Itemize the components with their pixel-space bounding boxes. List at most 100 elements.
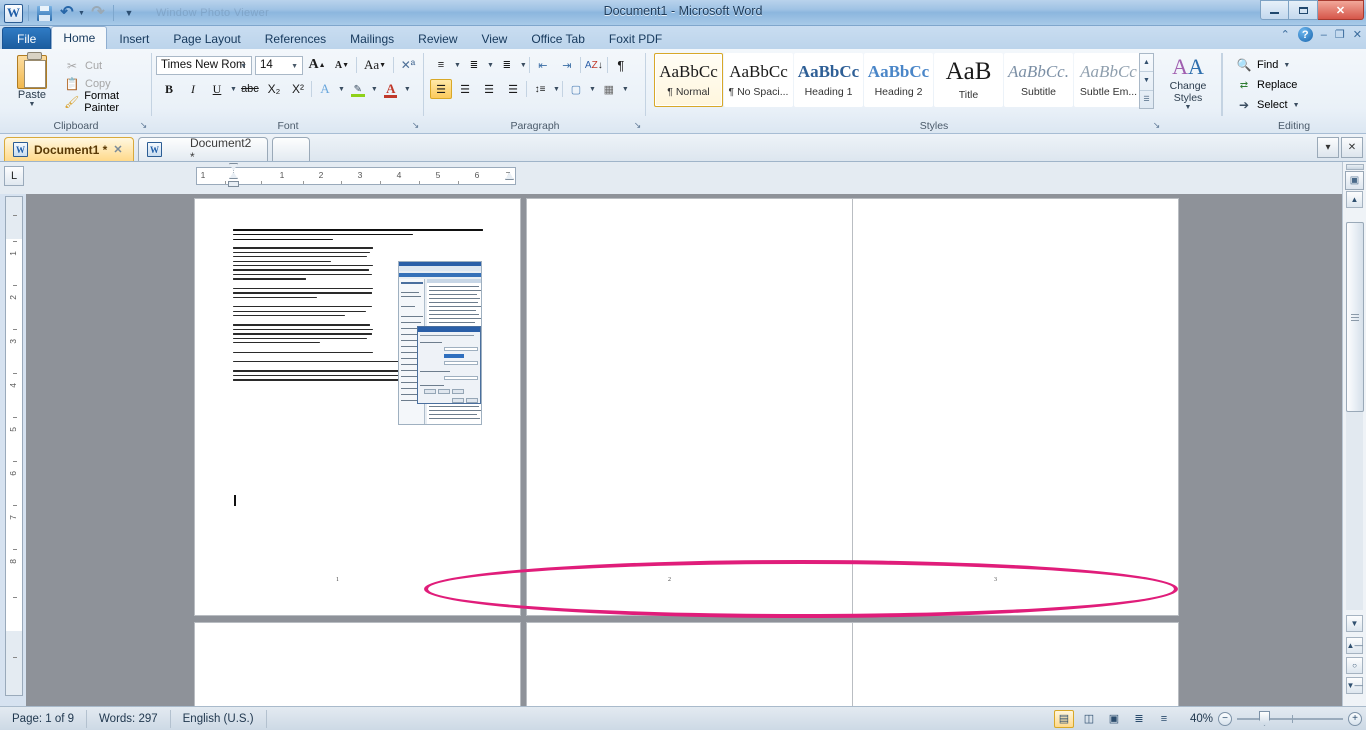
- text-effects-button[interactable]: A: [314, 79, 336, 99]
- align-center-button[interactable]: ☰: [454, 79, 476, 99]
- scroll-up-button[interactable]: ▲: [1346, 191, 1363, 208]
- format-painter-button[interactable]: 🖌 Format Painter: [62, 90, 152, 114]
- close-button[interactable]: ✕: [1318, 0, 1364, 20]
- draft-view-button[interactable]: ≡: [1154, 710, 1174, 728]
- chevron-down-icon[interactable]: ▼: [338, 86, 345, 93]
- close-icon[interactable]: ✕: [113, 143, 122, 156]
- restore-button[interactable]: [1289, 0, 1318, 20]
- style-heading-1[interactable]: AaBbCс Heading 1: [794, 53, 863, 107]
- find-button[interactable]: 🔍 Find ▼: [1234, 55, 1300, 75]
- clipboard-dialog-launcher[interactable]: ↘: [138, 120, 149, 131]
- horizontal-ruler[interactable]: 1 1 2 3 4 5 6 7: [196, 167, 516, 185]
- document-page-5[interactable]: [526, 622, 853, 706]
- scroll-down-button[interactable]: ▼: [1346, 615, 1363, 632]
- doc-minimize-icon[interactable]: –: [1321, 29, 1327, 41]
- paragraph-dialog-launcher[interactable]: ↘: [632, 120, 643, 131]
- gallery-scroll-down-icon[interactable]: ▼: [1140, 72, 1153, 91]
- gallery-scroll-up-icon[interactable]: ▲: [1140, 54, 1153, 73]
- select-button[interactable]: ➔ Select ▼: [1234, 95, 1300, 115]
- justify-button[interactable]: ☰: [502, 79, 524, 99]
- zoom-level[interactable]: 40%: [1179, 713, 1213, 725]
- cut-button[interactable]: ✂ Cut: [62, 57, 152, 75]
- shading-button[interactable]: ▢: [565, 79, 587, 99]
- print-layout-view-button[interactable]: ▤: [1054, 709, 1074, 728]
- document-page-2[interactable]: 2: [526, 198, 853, 616]
- chevron-down-icon[interactable]: ▼: [29, 101, 36, 108]
- style-heading-2[interactable]: AaBbCc Heading 2: [864, 53, 933, 107]
- help-icon[interactable]: ?: [1297, 27, 1313, 42]
- document-page-3[interactable]: 3: [852, 198, 1179, 616]
- tab-close-button[interactable]: ✕: [1341, 137, 1363, 158]
- doc-close-icon[interactable]: ✕: [1353, 28, 1362, 41]
- embedded-screenshot-image[interactable]: [398, 261, 482, 425]
- document-tab-document1[interactable]: W Document1 * ✕: [4, 137, 134, 161]
- increase-indent-button[interactable]: ⇥: [556, 55, 578, 75]
- new-document-tab[interactable]: [272, 137, 310, 161]
- tab-page-layout[interactable]: Page Layout: [161, 28, 252, 49]
- tab-references[interactable]: References: [253, 28, 338, 49]
- line-spacing-button[interactable]: ↕≡: [529, 79, 551, 99]
- style-subtle-emphasis[interactable]: AaBbCс Subtle Em...: [1074, 53, 1143, 107]
- gallery-more-icon[interactable]: ☰: [1140, 91, 1153, 108]
- paste-button[interactable]: Paste ▼: [6, 52, 58, 115]
- language-indicator[interactable]: English (U.S.): [171, 709, 267, 728]
- document-page-6[interactable]: [852, 622, 1179, 706]
- collapse-ribbon-icon[interactable]: ⌃: [1281, 28, 1290, 41]
- highlight-color-button[interactable]: ✎: [347, 79, 369, 99]
- chevron-down-icon[interactable]: ▼: [1293, 102, 1300, 109]
- previous-page-button[interactable]: ▲―: [1346, 637, 1363, 654]
- tab-stop-selector[interactable]: L: [4, 166, 24, 186]
- font-dialog-launcher[interactable]: ↘: [410, 120, 421, 131]
- bullets-button[interactable]: ≡: [430, 55, 452, 75]
- chevron-down-icon[interactable]: ▼: [1283, 62, 1290, 69]
- split-window-handle[interactable]: [1345, 164, 1364, 170]
- tab-home[interactable]: Home: [51, 26, 108, 49]
- chevron-down-icon[interactable]: ▼: [520, 62, 527, 69]
- document-page-4[interactable]: [194, 622, 521, 706]
- grow-font-button[interactable]: A ▲: [306, 55, 328, 75]
- document-tab-document2[interactable]: W Document2 *: [138, 136, 268, 164]
- multilevel-list-button[interactable]: ≣: [496, 55, 518, 75]
- tab-file[interactable]: File: [2, 27, 52, 49]
- font-color-button[interactable]: A: [380, 79, 402, 99]
- tab-office-tab[interactable]: Office Tab: [519, 28, 597, 49]
- zoom-slider[interactable]: [1237, 711, 1343, 726]
- sort-button[interactable]: A Z ↓: [583, 55, 605, 75]
- change-case-button[interactable]: Aa ▼: [360, 55, 390, 75]
- chevron-down-icon[interactable]: ▼: [371, 86, 378, 93]
- change-styles-button[interactable]: AA Change Styles ▼: [1160, 54, 1216, 116]
- tab-review[interactable]: Review: [406, 28, 469, 49]
- shrink-font-button[interactable]: A ▼: [331, 55, 353, 75]
- select-browse-object-button[interactable]: ○: [1346, 657, 1363, 674]
- doc-restore-icon[interactable]: ❐: [1335, 28, 1345, 41]
- chevron-down-icon[interactable]: ▼: [553, 86, 560, 93]
- web-layout-view-button[interactable]: ▣: [1104, 710, 1124, 728]
- zoom-in-button[interactable]: +: [1348, 711, 1362, 726]
- chevron-down-icon[interactable]: ▼: [1185, 104, 1192, 111]
- document-canvas[interactable]: 1 2 3: [26, 194, 1342, 706]
- document-page-1[interactable]: 1: [194, 198, 521, 616]
- chevron-down-icon[interactable]: ▼: [230, 86, 237, 93]
- left-indent-marker[interactable]: [228, 181, 239, 187]
- word-count[interactable]: Words: 297: [87, 709, 171, 728]
- numbering-button[interactable]: ≣: [463, 55, 485, 75]
- tab-mailings[interactable]: Mailings: [338, 28, 406, 49]
- scrollbar-thumb[interactable]: [1346, 222, 1364, 412]
- style-normal[interactable]: AaBbCс ¶ Normal: [654, 53, 723, 107]
- tab-insert[interactable]: Insert: [107, 28, 161, 49]
- page-indicator[interactable]: Page: 1 of 9: [0, 709, 88, 728]
- decrease-indent-button[interactable]: ⇤: [532, 55, 554, 75]
- next-page-button[interactable]: ▼―: [1346, 677, 1363, 694]
- underline-button[interactable]: U: [206, 79, 228, 99]
- tab-view[interactable]: View: [470, 28, 520, 49]
- chevron-down-icon[interactable]: ▼: [487, 62, 494, 69]
- align-left-button[interactable]: ☰: [430, 79, 452, 99]
- minimize-button[interactable]: [1260, 0, 1289, 20]
- strikethrough-button[interactable]: abc: [239, 79, 261, 99]
- align-right-button[interactable]: ☰: [478, 79, 500, 99]
- style-no-spacing[interactable]: AaBbCс ¶ No Spaci...: [724, 53, 793, 107]
- chevron-down-icon[interactable]: ▼: [404, 86, 411, 93]
- tab-menu-button[interactable]: ▾: [1317, 137, 1339, 158]
- chevron-down-icon[interactable]: ▼: [622, 86, 629, 93]
- chevron-down-icon[interactable]: ▼: [589, 86, 596, 93]
